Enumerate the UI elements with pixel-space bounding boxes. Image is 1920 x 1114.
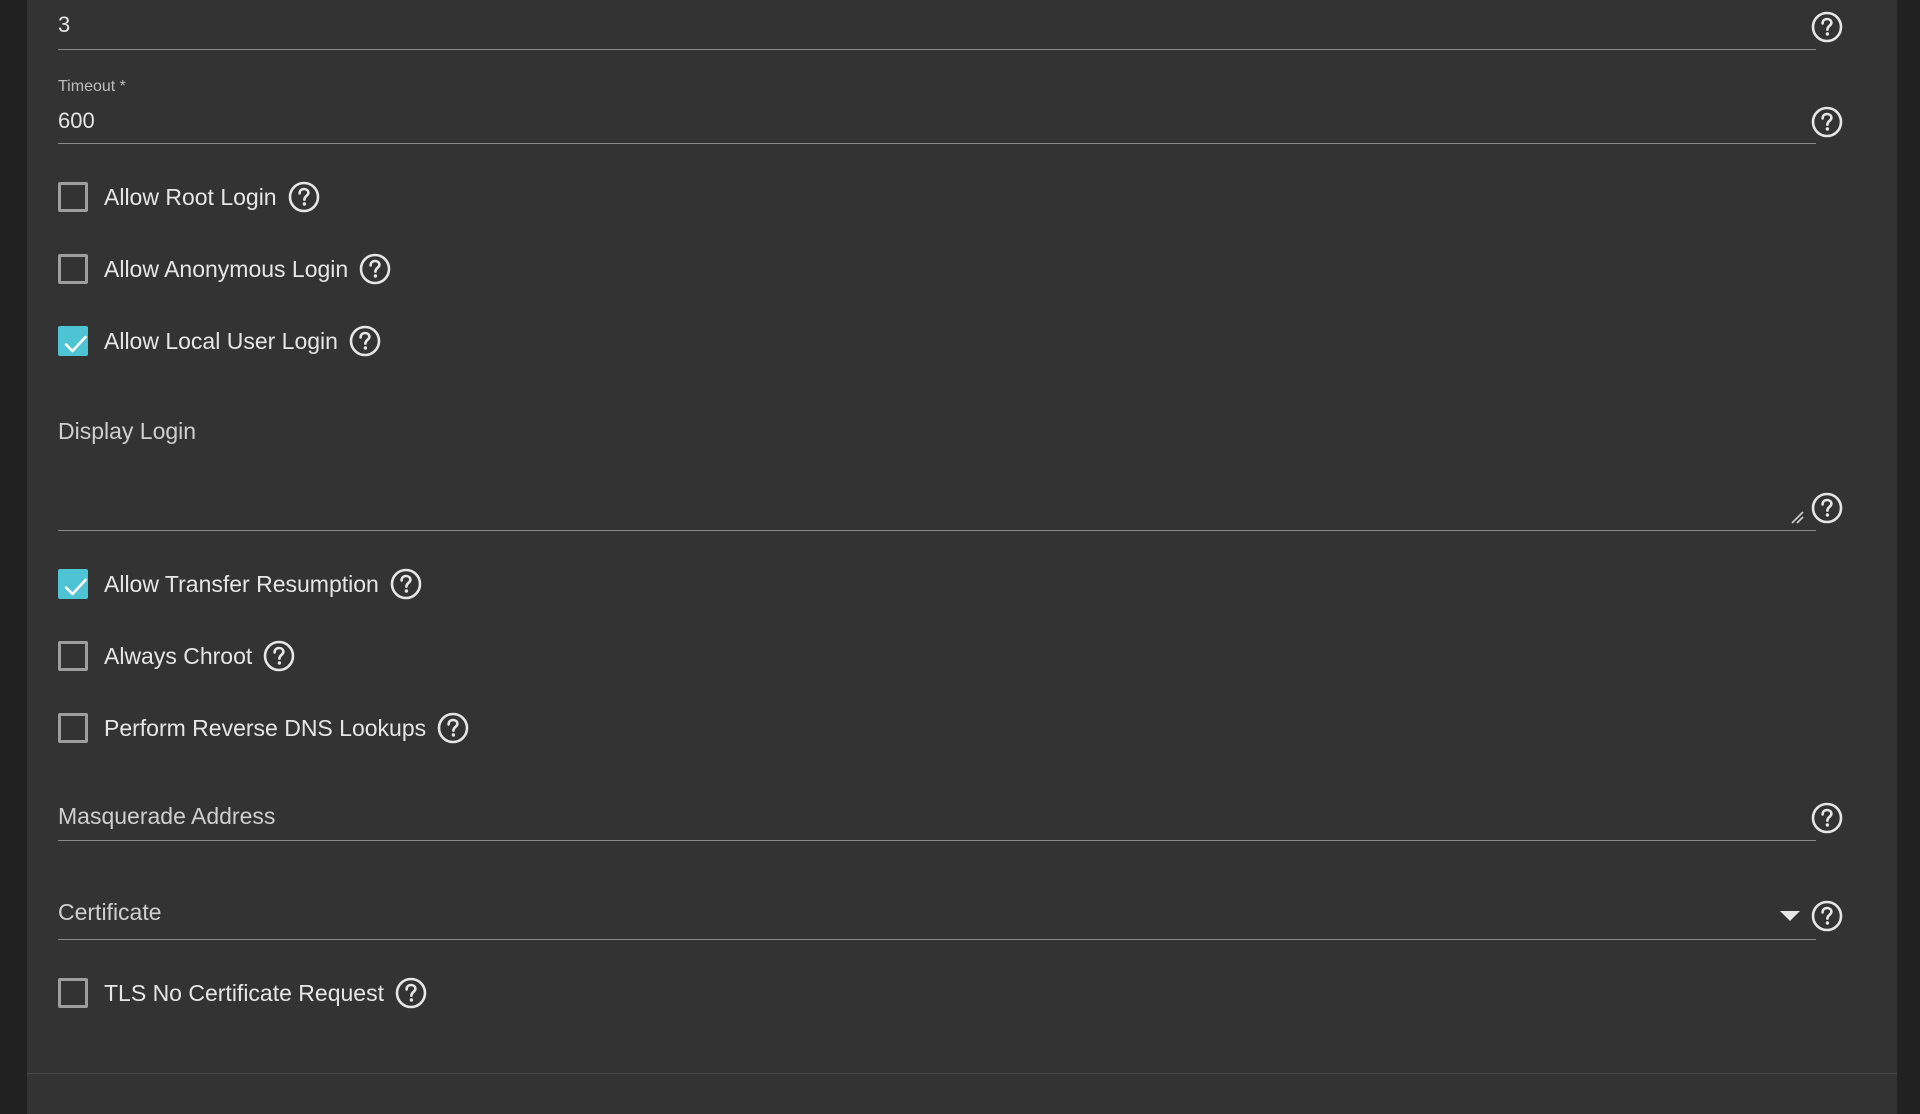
help-circle-icon[interactable] [1810, 105, 1844, 139]
certificate-placeholder[interactable]: Certificate [58, 899, 162, 926]
timeout-underline [58, 143, 1816, 144]
always-chroot-checkbox[interactable] [58, 641, 88, 671]
help-circle-icon[interactable] [1810, 801, 1844, 835]
allow-transfer-resumption-label[interactable]: Allow Transfer Resumption [104, 571, 379, 598]
tls-no-cert-request-label[interactable]: TLS No Certificate Request [104, 980, 384, 1007]
allow-anonymous-login-row[interactable]: Allow Anonymous Login [58, 251, 392, 287]
allow-anonymous-login-checkbox[interactable] [58, 254, 88, 284]
allow-root-login-checkbox[interactable] [58, 182, 88, 212]
help-circle-icon[interactable] [358, 252, 392, 286]
help-circle-icon[interactable] [1810, 899, 1844, 933]
help-circle-icon[interactable] [262, 639, 296, 673]
allow-root-login-row[interactable]: Allow Root Login [58, 179, 321, 215]
check-icon [64, 335, 87, 353]
display-login-field[interactable]: Display Login [58, 410, 1844, 532]
timeout-label: Timeout * [58, 78, 126, 95]
certificate-select[interactable]: Certificate [58, 893, 1844, 941]
timeout-input[interactable]: 600 [58, 108, 95, 134]
tls-no-cert-request-row[interactable]: TLS No Certificate Request [58, 975, 428, 1011]
masquerade-address-field[interactable]: Masquerade Address [58, 798, 1844, 842]
allow-transfer-resumption-row[interactable]: Allow Transfer Resumption [58, 566, 423, 602]
help-circle-icon[interactable] [1810, 491, 1844, 525]
tls-no-cert-request-checkbox[interactable] [58, 978, 88, 1008]
help-circle-icon[interactable] [1810, 10, 1844, 44]
top-number-field[interactable]: 3 [58, 0, 1844, 52]
display-login-placeholder[interactable]: Display Login [58, 418, 196, 445]
masquerade-address-input[interactable]: Masquerade Address [58, 803, 275, 830]
allow-anonymous-login-label[interactable]: Allow Anonymous Login [104, 256, 348, 283]
masquerade-address-underline [58, 840, 1816, 841]
allow-local-user-login-checkbox[interactable] [58, 326, 88, 356]
certificate-underline [58, 939, 1816, 940]
resize-grip-icon[interactable] [1790, 510, 1804, 524]
allow-transfer-resumption-checkbox[interactable] [58, 569, 88, 599]
help-circle-icon[interactable] [348, 324, 382, 358]
help-circle-icon[interactable] [436, 711, 470, 745]
check-icon [64, 578, 87, 596]
reverse-dns-checkbox[interactable] [58, 713, 88, 743]
reverse-dns-row[interactable]: Perform Reverse DNS Lookups [58, 710, 470, 746]
allow-root-login-label[interactable]: Allow Root Login [104, 184, 277, 211]
display-login-underline [58, 530, 1816, 531]
settings-form-panel: 3 Timeout * 600 Allow Root Login Allow A… [27, 0, 1897, 1114]
help-circle-icon[interactable] [389, 567, 423, 601]
top-number-underline [58, 49, 1816, 50]
reverse-dns-label[interactable]: Perform Reverse DNS Lookups [104, 715, 426, 742]
always-chroot-label[interactable]: Always Chroot [104, 643, 252, 670]
help-circle-icon[interactable] [394, 976, 428, 1010]
chevron-down-icon[interactable] [1780, 911, 1800, 921]
panel-footer-divider [27, 1073, 1897, 1074]
timeout-field[interactable]: Timeout * 600 [58, 76, 1844, 146]
always-chroot-row[interactable]: Always Chroot [58, 638, 296, 674]
top-number-input[interactable]: 3 [58, 12, 70, 38]
allow-local-user-login-label[interactable]: Allow Local User Login [104, 328, 338, 355]
help-circle-icon[interactable] [287, 180, 321, 214]
allow-local-user-login-row[interactable]: Allow Local User Login [58, 323, 382, 359]
